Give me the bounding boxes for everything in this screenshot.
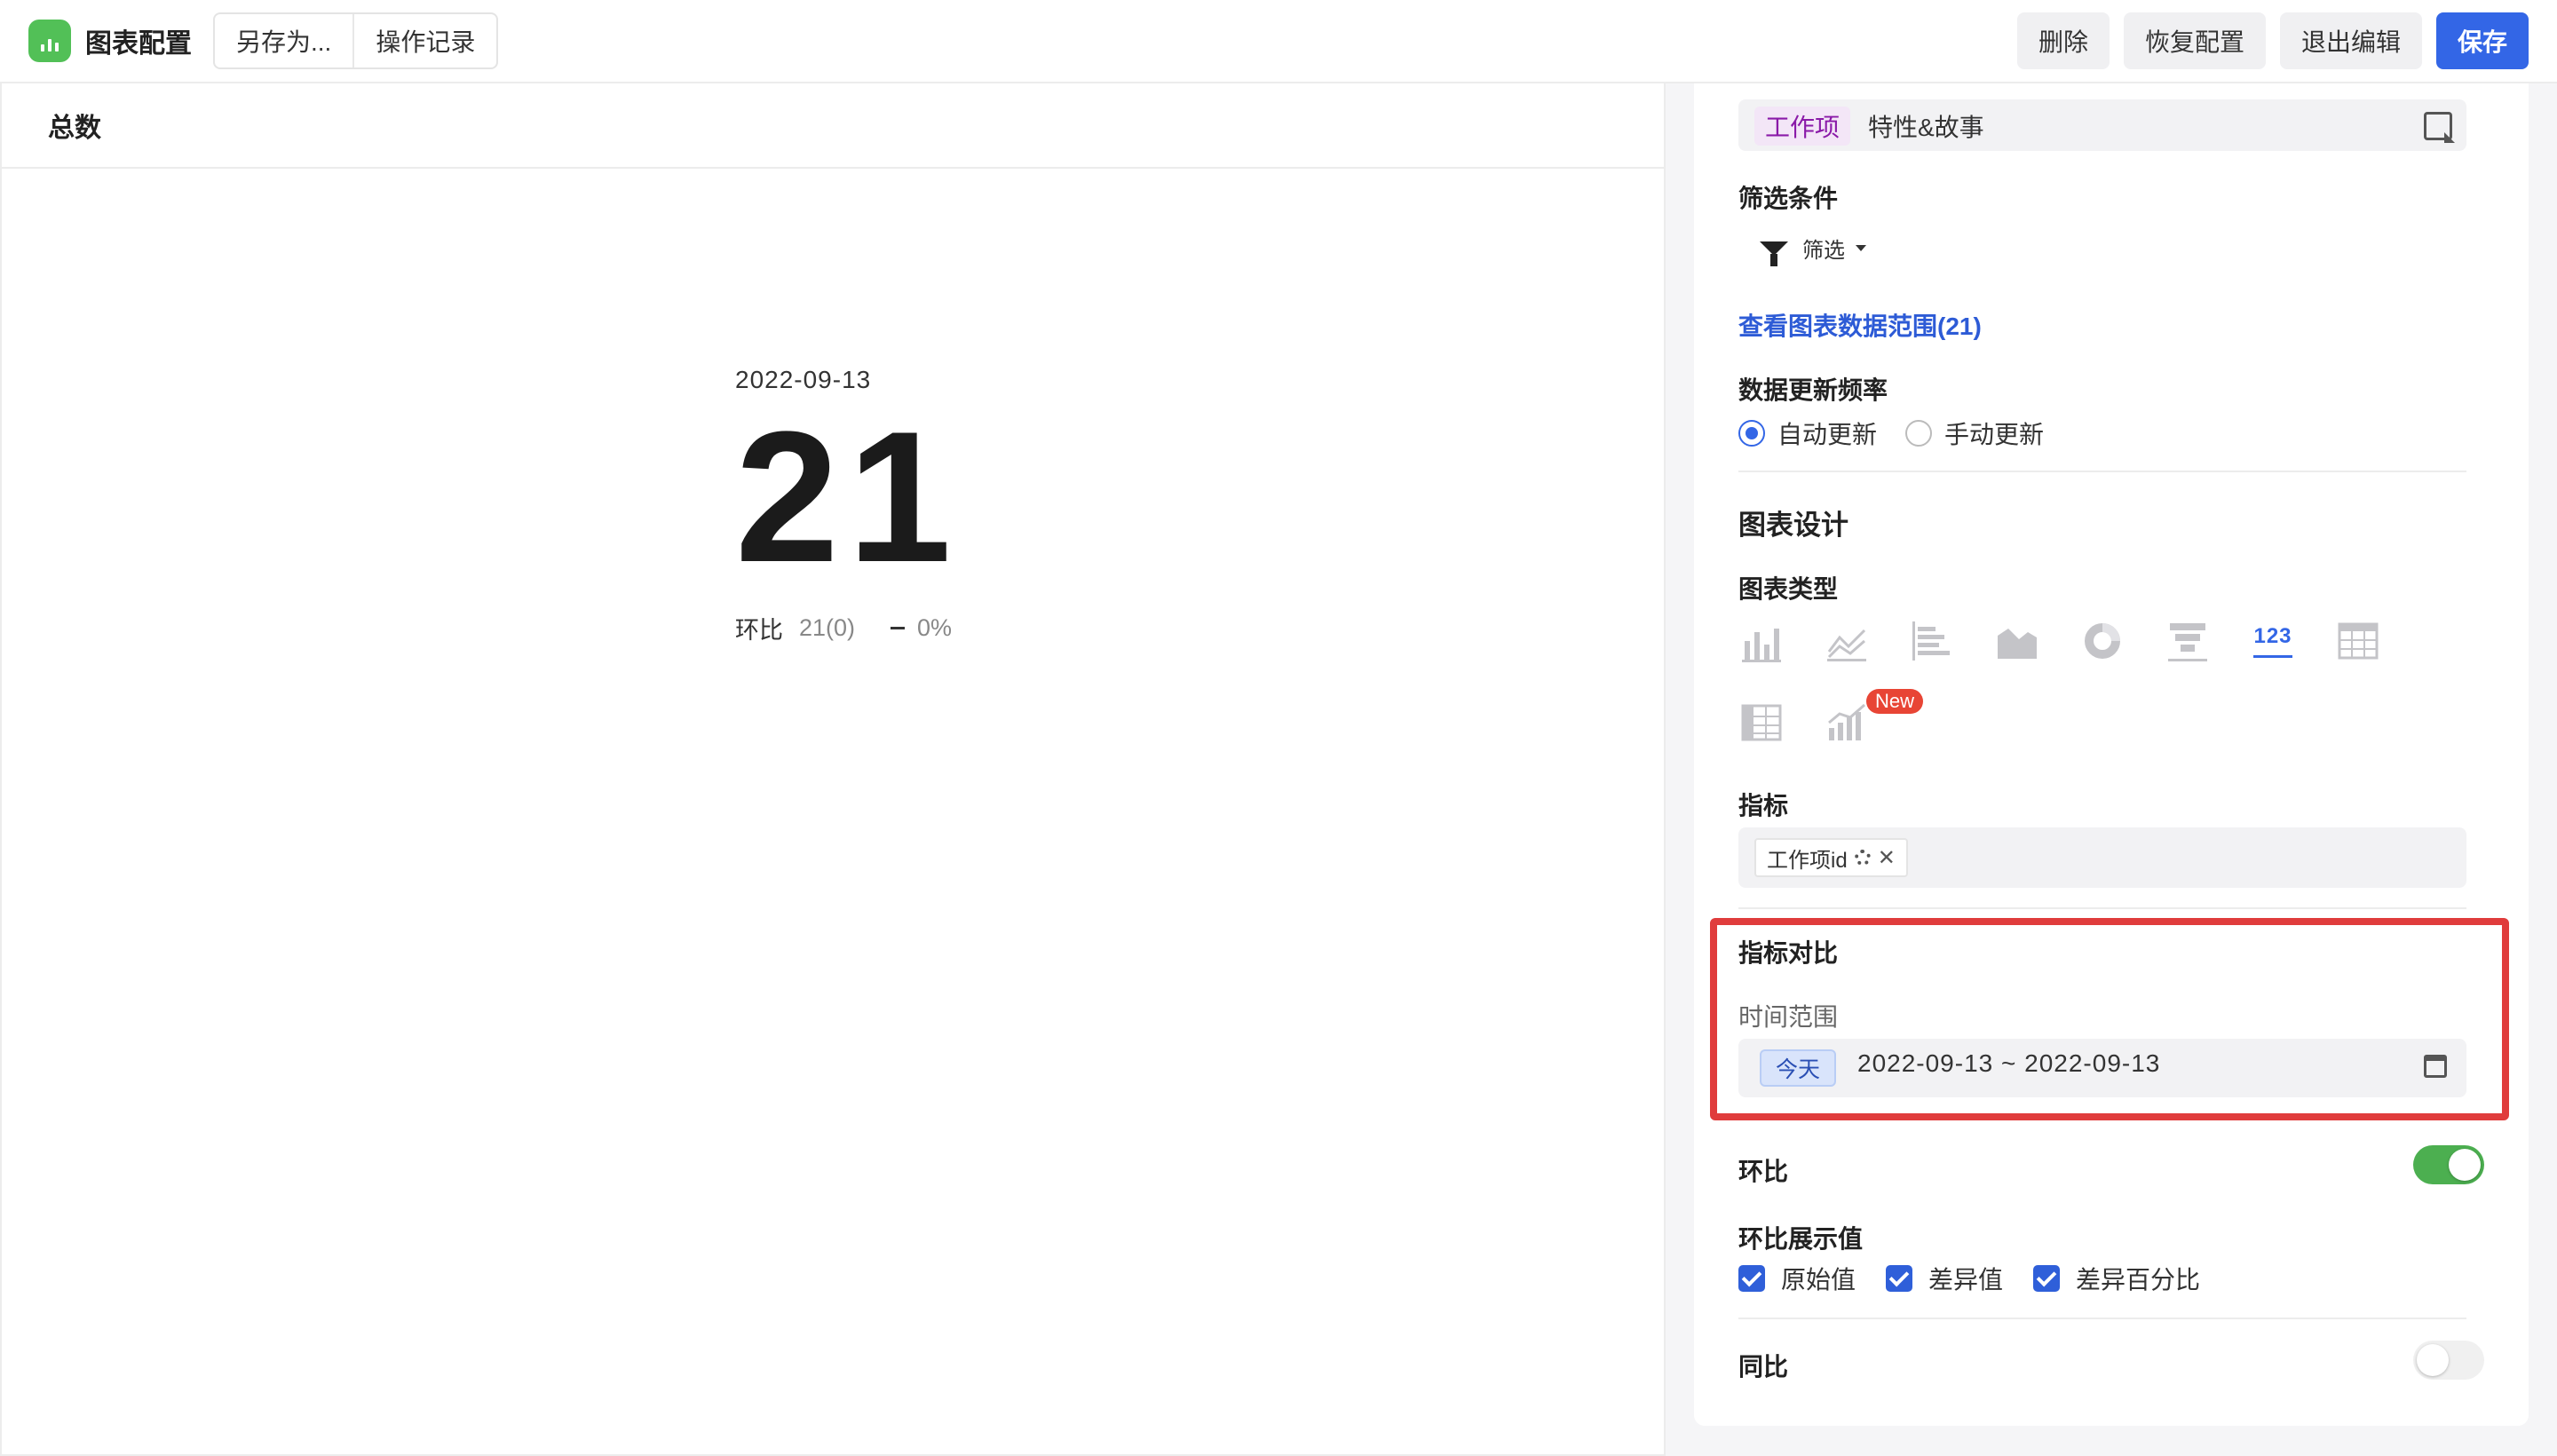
exit-edit-button[interactable]: 退出编辑 xyxy=(2279,12,2422,69)
config-panel: 工作项 特性&故事 筛选条件 筛选 查看图表数据范围(21) 数据更新频率 自动… xyxy=(1694,83,2529,1426)
number-card-icon-text: 123 xyxy=(2253,624,2292,648)
checkbox-raw-value[interactable]: 原始值 xyxy=(1738,1261,1856,1296)
metric-select[interactable]: 工作项id ✕ xyxy=(1738,827,2466,888)
top-bar: 图表配置 另存为... 操作记录 删除 恢复配置 退出编辑 保存 xyxy=(0,0,2557,83)
metric-compare: 环比 21(0) 0% xyxy=(735,611,952,645)
metric-tag-label: 工作项id xyxy=(1767,848,1848,873)
save-button[interactable]: 保存 xyxy=(2435,12,2529,69)
mom-toggle[interactable] xyxy=(2413,1145,2484,1184)
page-title: 图表配置 xyxy=(85,29,192,59)
chart-preview-panel: 总数 2022-09-13 21 环比 21(0) 0% xyxy=(0,83,1666,1456)
restore-config-button[interactable]: 恢复配置 xyxy=(2123,12,2266,69)
funnel-icon xyxy=(1760,241,1788,266)
filter-label: 筛选条件 xyxy=(1738,185,1839,212)
mom-display-options: 原始值 差异值 差异百分比 xyxy=(1738,1261,2230,1296)
donut-chart-icon[interactable] xyxy=(2081,620,2124,662)
divider xyxy=(1738,471,2466,472)
delete-button[interactable]: 删除 xyxy=(2016,12,2110,69)
checkbox-diff-percent[interactable]: 差异百分比 xyxy=(2033,1261,2200,1296)
metric-date: 2022-09-13 xyxy=(735,366,872,393)
close-icon[interactable]: ✕ xyxy=(1878,845,1896,871)
date-range-value: 2022-09-13 ~ 2022-09-13 xyxy=(1857,1049,2161,1077)
pivot-table-icon[interactable] xyxy=(1740,701,1783,744)
metric-tag: 工作项id ✕ xyxy=(1754,838,1908,877)
view-data-range-link[interactable]: 查看图表数据范围(21) xyxy=(1738,307,1982,343)
chart-type-label: 图表类型 xyxy=(1738,575,1839,603)
data-source-value: 特性&故事 xyxy=(1868,114,1984,141)
checkbox-icon[interactable] xyxy=(2033,1265,2061,1292)
horizontal-bar-icon[interactable] xyxy=(1911,620,1953,662)
number-card-icon[interactable]: 123 xyxy=(2252,620,2294,662)
calendar-icon[interactable] xyxy=(2424,1055,2447,1078)
yoy-label: 同比 xyxy=(1738,1353,1789,1381)
checkbox-diff-value-label[interactable]: 差异值 xyxy=(1928,1261,2003,1296)
area-chart-icon[interactable] xyxy=(1996,620,2038,662)
chart-title: 总数 xyxy=(2,83,1664,169)
checkbox-icon[interactable] xyxy=(1886,1265,1913,1292)
compare-percent: 0% xyxy=(917,614,953,641)
save-as-button[interactable]: 另存为... xyxy=(215,14,352,67)
compare-value: 21(0) xyxy=(799,614,856,641)
filter-button[interactable]: 筛选 xyxy=(1760,233,1866,266)
checkbox-raw-value-label[interactable]: 原始值 xyxy=(1781,1261,1856,1296)
bar-chart-icon[interactable] xyxy=(1740,620,1783,662)
checkbox-diff-percent-label[interactable]: 差异百分比 xyxy=(2076,1261,2200,1296)
metric-compare-label: 指标对比 xyxy=(1738,939,1839,967)
today-tag[interactable]: 今天 xyxy=(1760,1049,1837,1087)
checkbox-icon[interactable] xyxy=(1738,1265,1765,1292)
compare-label: 环比 xyxy=(735,617,783,644)
header-button-group: 另存为... 操作记录 xyxy=(213,12,499,69)
new-badge: New xyxy=(1866,689,1924,714)
update-frequency-options: 自动更新 手动更新 xyxy=(1738,415,2044,451)
table-icon[interactable] xyxy=(2337,620,2379,662)
update-frequency-label: 数据更新频率 xyxy=(1738,376,1888,404)
divider xyxy=(1738,907,2466,909)
checkbox-diff-value[interactable]: 差异值 xyxy=(1886,1261,2003,1296)
funnel-chart-icon[interactable] xyxy=(2166,620,2209,662)
data-source-select[interactable]: 工作项 特性&故事 xyxy=(1738,99,2466,151)
history-button[interactable]: 操作记录 xyxy=(352,14,496,67)
metric-value: 21 xyxy=(735,392,961,601)
caret-down-icon xyxy=(1856,245,1866,251)
radio-auto-update[interactable] xyxy=(1738,420,1765,447)
radio-manual-update[interactable] xyxy=(1905,420,1933,447)
chart-design-title: 图表设计 xyxy=(1738,510,1848,541)
filter-button-label: 筛选 xyxy=(1802,239,1845,263)
combo-chart-icon[interactable] xyxy=(1825,701,1868,744)
metric-label: 指标 xyxy=(1738,792,1789,819)
header-actions: 删除 恢复配置 退出编辑 保存 xyxy=(2016,12,2529,69)
radio-manual-update-label[interactable]: 手动更新 xyxy=(1944,415,2044,451)
divider xyxy=(1738,1318,2466,1319)
line-chart-icon[interactable] xyxy=(1825,620,1868,662)
pointer-select-icon[interactable] xyxy=(2424,112,2455,143)
time-range-picker[interactable]: 今天 2022-09-13 ~ 2022-09-13 xyxy=(1738,1039,2466,1097)
time-range-label: 时间范围 xyxy=(1738,1003,1839,1031)
work-item-tag: 工作项 xyxy=(1754,107,1851,146)
chart-app-icon xyxy=(28,20,71,62)
mom-label: 环比 xyxy=(1738,1158,1789,1185)
dash-icon xyxy=(891,627,906,629)
gear-icon[interactable] xyxy=(1854,850,1871,866)
yoy-toggle[interactable] xyxy=(2413,1341,2484,1380)
radio-auto-update-label[interactable]: 自动更新 xyxy=(1777,415,1877,451)
mom-display-label: 环比展示值 xyxy=(1738,1225,1864,1253)
